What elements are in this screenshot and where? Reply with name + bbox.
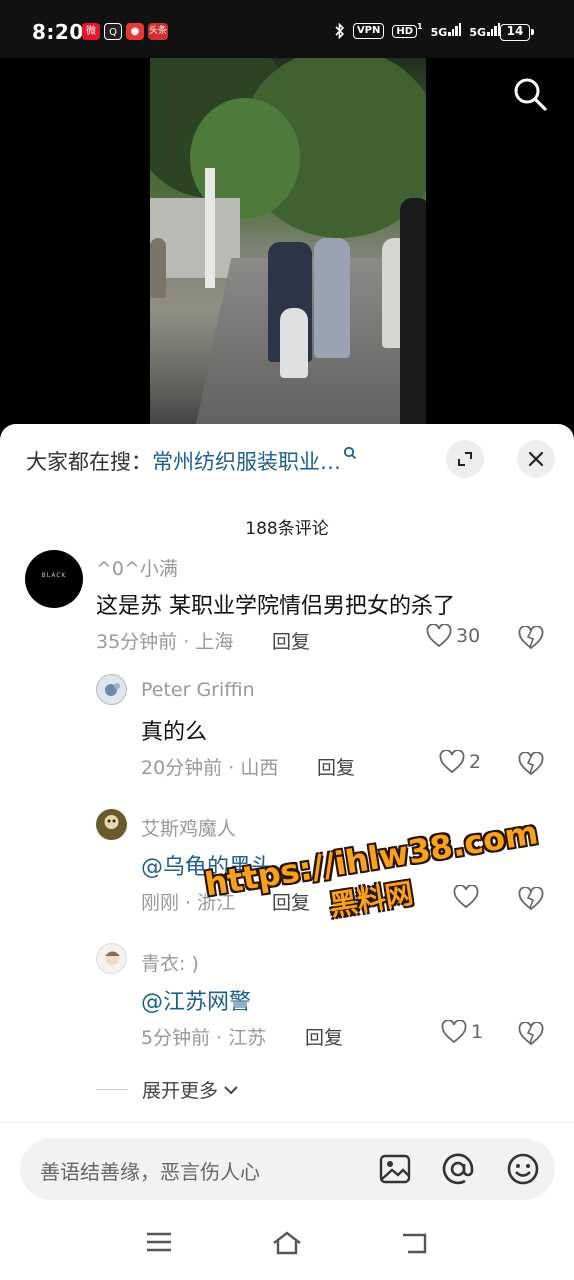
expand-button[interactable]: [446, 440, 484, 478]
like-button[interactable]: [453, 885, 483, 909]
comment-input-placeholder: 善语结善缘，恶言伤人心: [40, 1160, 260, 1184]
search-icon[interactable]: [512, 76, 548, 112]
status-time: 8:20: [32, 20, 84, 44]
dislike-icon[interactable]: [518, 626, 544, 650]
hot-search-bar[interactable]: 大家都在搜：常州纺织服装职业…: [26, 446, 357, 476]
like-button[interactable]: 2: [439, 750, 481, 774]
chevron-down-icon: [224, 1085, 238, 1094]
like-count: 2: [469, 751, 482, 773]
like-count: 30: [456, 625, 481, 647]
comment-meta: 5分钟前 · 江苏: [141, 1027, 267, 1049]
like-button[interactable]: 1: [441, 1020, 483, 1044]
dislike-icon[interactable]: [518, 752, 544, 776]
news-icon: 头条: [148, 23, 168, 40]
avatar[interactable]: [96, 943, 127, 974]
comment-username[interactable]: 青衣: ): [141, 949, 199, 976]
comment-text[interactable]: @江苏网警: [141, 984, 251, 1016]
signal-icon: 5G: [431, 22, 462, 39]
reply-button[interactable]: 回复: [317, 753, 355, 780]
like-count: 1: [471, 1021, 484, 1043]
bluetooth-icon: [335, 22, 345, 39]
video-frame[interactable]: [150, 58, 426, 438]
close-icon: [528, 451, 544, 467]
comment-text[interactable]: @乌龟的黑头: [141, 849, 273, 881]
back-icon[interactable]: [401, 1230, 429, 1256]
emoji-icon[interactable]: [506, 1152, 540, 1186]
search-icon: [343, 446, 357, 460]
heart-icon: [439, 750, 465, 774]
heart-icon: [453, 885, 479, 909]
vpn-badge: VPN: [352, 22, 385, 39]
expand-icon: [458, 452, 472, 466]
hd-badge: HD 1: [392, 22, 423, 39]
reply-button[interactable]: 回复: [272, 888, 310, 915]
notification-icons: 微 Q ● 头条: [82, 23, 168, 40]
weibo-icon: 微: [82, 23, 100, 40]
heart-icon: [426, 624, 452, 648]
status-bar: 8:20 微 Q ● 头条 VPN HD 1 5G 5G 14: [0, 0, 574, 58]
like-button[interactable]: 30: [426, 624, 480, 648]
video-player[interactable]: [0, 58, 574, 438]
comment-input[interactable]: 善语结善缘，恶言伤人心: [20, 1138, 555, 1200]
heart-icon: [441, 1020, 467, 1044]
dislike-icon[interactable]: [518, 1022, 544, 1046]
location-app-icon: ●: [126, 23, 144, 40]
comment-username[interactable]: Peter Griffin: [141, 679, 255, 701]
hot-search-prefix: 大家都在搜：: [26, 450, 152, 474]
avatar[interactable]: [96, 809, 127, 840]
expand-more-label: 展开更多: [142, 1080, 219, 1102]
comment-username[interactable]: 艾斯鸡魔人: [141, 814, 236, 841]
avatar[interactable]: [96, 674, 127, 705]
comment-text[interactable]: 这是苏 某职业学院情侣男把女的杀了: [96, 588, 455, 620]
comment-count: 188条评论: [245, 519, 329, 539]
hot-search-link[interactable]: 常州纺织服装职业…: [152, 450, 341, 474]
status-indicators: VPN HD 1 5G 5G: [335, 22, 500, 39]
image-icon[interactable]: [378, 1152, 412, 1186]
signal-icon-2: 5G: [469, 22, 500, 39]
comment-meta: 刚刚 · 浙江: [141, 892, 236, 914]
comment-username[interactable]: ^0^小满: [96, 554, 178, 581]
expand-more-button[interactable]: 展开更多: [96, 1076, 240, 1103]
system-nav-bar: [0, 1208, 574, 1280]
close-button[interactable]: [517, 440, 555, 478]
reply-button[interactable]: 回复: [305, 1023, 343, 1050]
qq-icon: Q: [104, 23, 122, 40]
comment-meta: 35分钟前 · 上海: [96, 631, 234, 653]
dislike-icon[interactable]: [518, 887, 544, 911]
divider: [0, 1122, 574, 1123]
comment-meta: 20分钟前 · 山西: [141, 757, 279, 779]
divider: [96, 1089, 128, 1090]
home-icon[interactable]: [272, 1230, 302, 1256]
at-mention-icon[interactable]: [441, 1152, 475, 1186]
menu-icon[interactable]: [146, 1230, 172, 1254]
battery-icon: 14: [500, 24, 534, 41]
comment-text[interactable]: 真的么: [141, 714, 207, 746]
reply-button[interactable]: 回复: [272, 627, 310, 654]
avatar[interactable]: BLACK: [25, 550, 83, 608]
